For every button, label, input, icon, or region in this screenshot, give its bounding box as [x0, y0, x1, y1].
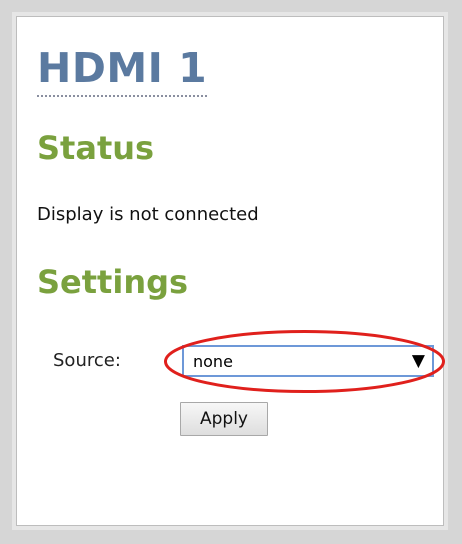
page-title: HDMI 1 [37, 43, 208, 97]
source-select[interactable]: none ▼ [182, 345, 434, 377]
hdmi-panel: HDMI 1 Status Display is not connected S… [12, 12, 448, 530]
panel-frame: HDMI 1 Status Display is not connected S… [16, 16, 445, 526]
status-text: Display is not connected [37, 204, 259, 225]
apply-button[interactable]: Apply [180, 402, 268, 436]
source-select-value: none [193, 352, 233, 371]
status-heading: Status [37, 129, 155, 167]
chevron-down-icon[interactable]: ▼ [412, 350, 425, 372]
settings-heading: Settings [37, 263, 189, 301]
source-label: Source: [53, 350, 121, 371]
